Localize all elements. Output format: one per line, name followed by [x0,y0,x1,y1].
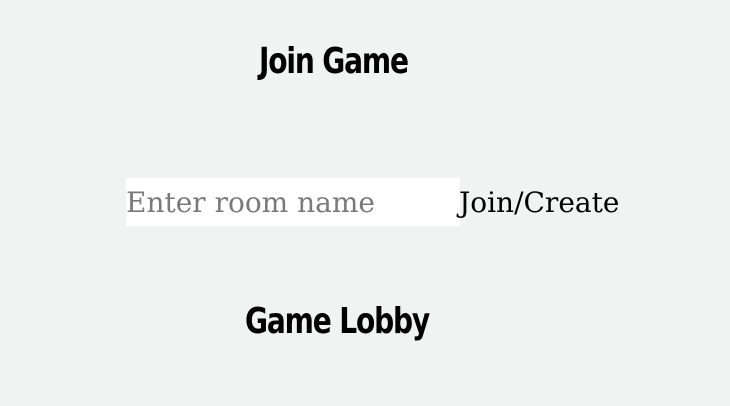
page: Join Game Join/Create Game Lobby [0,0,730,406]
join-game-title: Join Game [259,41,409,82]
join-create-button[interactable]: Join/Create [459,178,619,226]
game-lobby-title: Game Lobby [245,301,430,342]
room-name-input[interactable] [126,178,460,226]
